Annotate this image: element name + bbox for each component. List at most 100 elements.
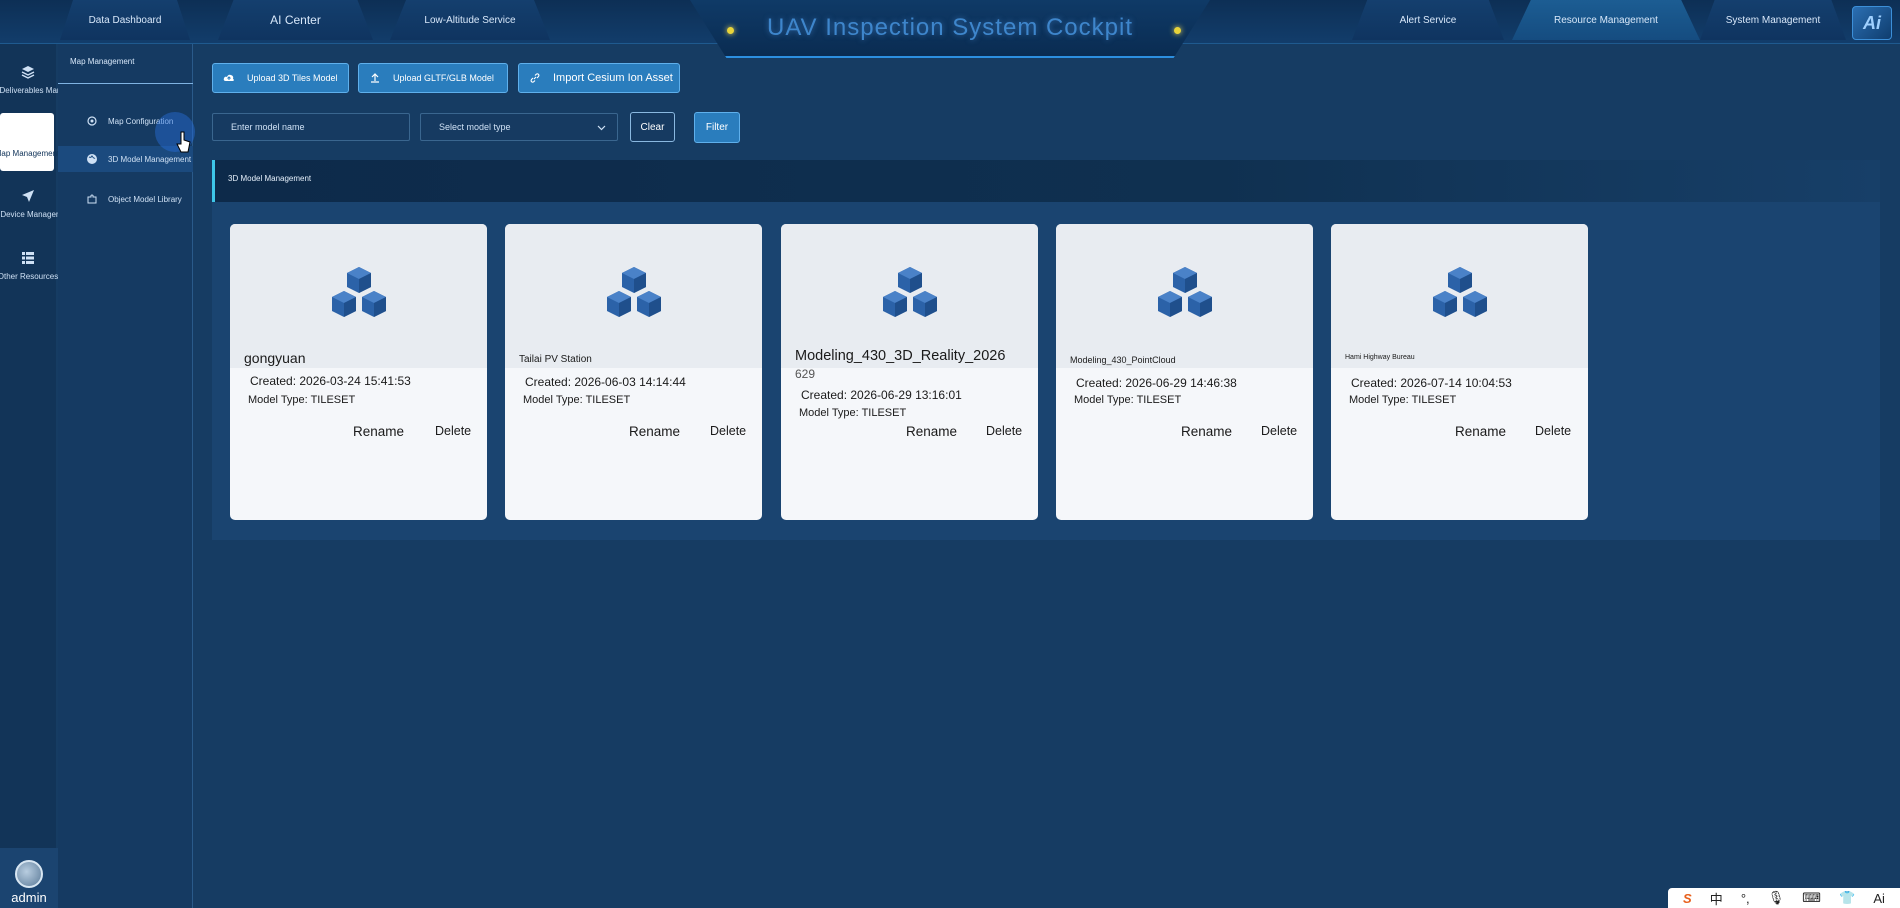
model-thumbnail[interactable] xyxy=(1056,224,1313,368)
submenu-title: Map Management xyxy=(70,57,135,66)
title-banner: UAV Inspection System Cockpit xyxy=(690,0,1210,58)
model-name: Modeling_430_PointCloud xyxy=(1070,355,1176,365)
cube-model-icon xyxy=(1432,267,1487,317)
clear-button[interactable]: Clear xyxy=(630,112,675,142)
rail-label: Map Management xyxy=(0,148,60,158)
rail-item-other-resources[interactable]: Other Resources xyxy=(0,236,59,294)
username: admin xyxy=(11,890,47,905)
title-light-right xyxy=(1174,27,1181,34)
panel-title: 3D Model Management xyxy=(228,174,312,183)
upload-icon xyxy=(371,73,379,83)
model-type: Model Type: TILESET xyxy=(1074,394,1182,406)
model-type: Model Type: TILESET xyxy=(248,394,356,406)
list-icon xyxy=(22,251,34,264)
model-created-time: Created: 2026-07-14 10:04:53 xyxy=(1351,376,1512,390)
model-thumbnail[interactable] xyxy=(230,224,487,368)
rail-label: Other Resources xyxy=(0,271,59,281)
model-card[interactable]: gongyuan Created: 2026-03-24 15:41:53 Mode… xyxy=(230,224,487,520)
layers-icon xyxy=(21,65,35,79)
cube-model-icon xyxy=(331,267,386,317)
nav-ai-center[interactable]: AI Center xyxy=(218,0,373,40)
link-icon xyxy=(530,73,540,83)
upload-gltf-label: Upload GLTF/GLB Model xyxy=(393,73,494,83)
punctuation-icon[interactable]: °, xyxy=(1741,891,1750,906)
puzzle-icon xyxy=(87,194,97,204)
upload-3d-tiles-label: Upload 3D Tiles Model xyxy=(247,73,338,83)
submenu-label: Object Model Library xyxy=(108,194,182,204)
model-card[interactable]: Modeling_430_PointCloud Created: 2026-06-… xyxy=(1056,224,1313,520)
model-type: Model Type: TILESET xyxy=(799,407,907,419)
model-thumbnail[interactable] xyxy=(1331,224,1588,368)
delete-button[interactable]: Delete xyxy=(1261,424,1297,438)
ime-language[interactable]: 中 xyxy=(1710,889,1723,908)
submenu-item-object-model-library[interactable]: Object Model Library xyxy=(58,186,193,212)
rail-item-deliverables[interactable]: Deliverables Management xyxy=(0,50,92,108)
map-icon xyxy=(20,127,34,142)
delete-button[interactable]: Delete xyxy=(1535,424,1571,438)
paper-plane-icon xyxy=(22,189,34,202)
upload-gltf-button[interactable]: Upload GLTF/GLB Model xyxy=(358,63,508,93)
submenu-divider xyxy=(58,83,193,84)
rename-button[interactable]: Rename xyxy=(1181,424,1232,439)
model-thumbnail[interactable] xyxy=(781,224,1038,368)
model-type: Model Type: TILESET xyxy=(523,394,631,406)
model-name: Tailai PV Station xyxy=(519,354,592,365)
model-type-select[interactable]: Select model type xyxy=(420,113,618,141)
nav-low-altitude-service[interactable]: Low-Altitude Service xyxy=(390,0,550,40)
submenu: Map Management Map Configuration 3D Mode… xyxy=(58,44,193,908)
ai-logo: Ai xyxy=(1852,6,1892,40)
nav-alert-service[interactable]: Alert Service xyxy=(1352,0,1504,40)
microphone-icon[interactable]: 🎙 xyxy=(1768,890,1785,906)
model-name: Modeling_430_3D_Reality_2026 xyxy=(795,348,1006,364)
delete-button[interactable]: Delete xyxy=(986,424,1022,438)
model-created-time: Created: 2026-06-29 13:16:01 xyxy=(801,388,962,402)
model-card[interactable]: Hami Highway Bureau Created: 2026-07-14 1… xyxy=(1331,224,1588,520)
rename-button[interactable]: Rename xyxy=(353,424,404,439)
upload-3d-tiles-button[interactable]: Upload 3D Tiles Model xyxy=(212,63,349,93)
delete-button[interactable]: Delete xyxy=(710,424,746,438)
globe-icon xyxy=(87,154,97,164)
model-type: Model Type: TILESET xyxy=(1349,394,1457,406)
cube-model-icon xyxy=(606,267,661,317)
rail-item-device-management[interactable]: Device Management xyxy=(0,174,74,232)
nav-system-management[interactable]: System Management xyxy=(1700,0,1846,40)
model-created-time: Created: 2026-06-03 14:14:44 xyxy=(525,375,686,389)
cloud-upload-icon xyxy=(223,74,234,81)
cube-model-icon xyxy=(1157,267,1212,317)
keyboard-icon[interactable]: ⌨ xyxy=(1802,890,1821,906)
cube-model-icon xyxy=(882,267,937,317)
input-method-icon[interactable]: S xyxy=(1683,891,1692,906)
submenu-label: 3D Model Management xyxy=(108,154,192,164)
page-title: UAV Inspection System Cockpit xyxy=(766,14,1134,41)
title-light-left xyxy=(727,27,734,34)
import-cesium-button[interactable]: Import Cesium Ion Asset xyxy=(518,63,680,93)
model-type-placeholder: Select model type xyxy=(439,122,511,132)
toolbox-icon[interactable]: Ai xyxy=(1873,891,1885,906)
import-cesium-label: Import Cesium Ion Asset xyxy=(553,72,673,84)
model-card[interactable]: Modeling_430_3D_Reality_2026 629 Created: … xyxy=(781,224,1038,520)
delete-button[interactable]: Delete xyxy=(435,424,471,438)
nav-data-dashboard[interactable]: Data Dashboard xyxy=(60,0,190,40)
rename-button[interactable]: Rename xyxy=(906,424,957,439)
left-rail: Deliverables Management Map Management D… xyxy=(0,44,92,908)
model-created-time: Created: 2026-03-24 15:41:53 xyxy=(250,374,411,388)
model-card[interactable]: Tailai PV Station Created: 2026-06-03 14:… xyxy=(505,224,762,520)
rail-item-map-management[interactable]: Map Management xyxy=(0,113,59,171)
panel-header: 3D Model Management xyxy=(212,160,1880,202)
user-box[interactable]: admin xyxy=(0,848,58,908)
model-name: Hami Highway Bureau xyxy=(1345,354,1415,361)
model-created-time: Created: 2026-06-29 14:46:38 xyxy=(1076,376,1237,390)
model-name: gongyuan xyxy=(244,350,306,366)
rename-button[interactable]: Rename xyxy=(1455,424,1506,439)
system-tray: S 中 °, 🎙 ⌨ 👕 Ai xyxy=(1668,888,1900,908)
chevron-down-icon xyxy=(597,125,606,131)
gear-icon xyxy=(87,116,97,126)
filter-button[interactable]: Filter xyxy=(694,112,740,143)
model-name-continued: 629 xyxy=(795,367,816,381)
avatar[interactable] xyxy=(15,860,43,888)
nav-resource-management[interactable]: Resource Management xyxy=(1512,0,1700,40)
model-thumbnail[interactable] xyxy=(505,224,762,368)
shirt-icon[interactable]: 👕 xyxy=(1839,890,1855,906)
rename-button[interactable]: Rename xyxy=(629,424,680,439)
model-name-input[interactable] xyxy=(212,113,410,141)
